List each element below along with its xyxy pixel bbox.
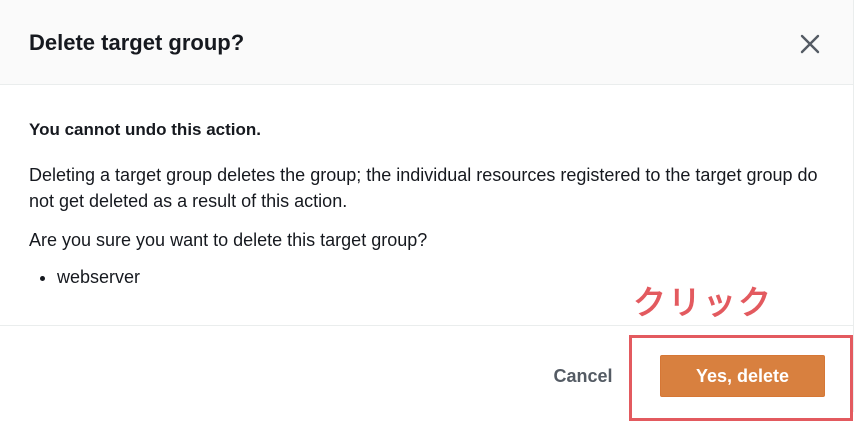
page: Delete target group? You cannot undo thi… bbox=[0, 0, 866, 434]
warning-text: You cannot undo this action. bbox=[29, 120, 262, 139]
close-icon bbox=[800, 34, 820, 54]
dialog-title: Delete target group? bbox=[29, 30, 245, 55]
click-annotation-label: クリック bbox=[633, 283, 773, 322]
cancel-button[interactable]: Cancel bbox=[540, 355, 626, 397]
dialog-header: Delete target group? bbox=[0, 0, 853, 85]
delete-target-group-dialog: Delete target group? You cannot undo thi… bbox=[0, 0, 854, 413]
dialog-body: You cannot undo this action. Deleting a … bbox=[29, 117, 829, 290]
yes-delete-button[interactable]: Yes, delete bbox=[660, 355, 825, 397]
close-button[interactable] bbox=[792, 26, 828, 62]
description-text: Deleting a target group deletes the grou… bbox=[29, 165, 818, 211]
confirm-question: Are you sure you want to delete this tar… bbox=[29, 230, 428, 250]
